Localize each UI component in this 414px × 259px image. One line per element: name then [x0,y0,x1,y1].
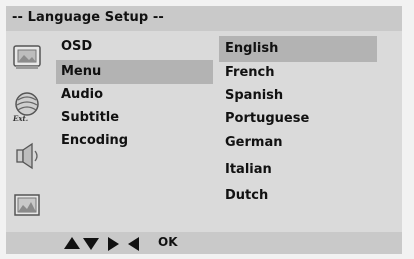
ok-label: OK [158,235,178,249]
language-option-italian[interactable]: Italian [219,157,377,183]
language-setup-screen: -- Language Setup -- Ext. OSD Menu Audio… [0,0,414,259]
menu-item-menu[interactable]: Menu [56,60,213,84]
language-option-english[interactable]: English [219,36,377,62]
picture-setup-icon[interactable] [12,190,44,220]
menu-item-audio[interactable]: Audio [56,83,213,107]
language-option-portuguese[interactable]: Portuguese [219,106,377,132]
language-option-german[interactable]: German [219,130,377,156]
header-bar: -- Language Setup -- [6,6,402,31]
audio-setup-icon[interactable]: Ext. [12,90,44,123]
setup-icons-column: Ext. [12,40,48,230]
menu-item-encoding[interactable]: Encoding [56,129,213,153]
left-arrow-icon [128,237,139,251]
menu-item-osd[interactable]: OSD [56,35,213,59]
up-arrow-icon [64,237,80,249]
menu-item-subtitle[interactable]: Subtitle [56,106,213,130]
page-title: -- Language Setup -- [12,10,164,25]
svg-text:Ext.: Ext. [12,114,28,123]
speaker-icon[interactable] [12,140,44,170]
right-arrow-icon [108,237,119,251]
language-option-dutch[interactable]: Dutch [219,183,377,209]
down-arrow-icon [83,238,99,250]
general-setup-icon[interactable] [12,42,44,72]
